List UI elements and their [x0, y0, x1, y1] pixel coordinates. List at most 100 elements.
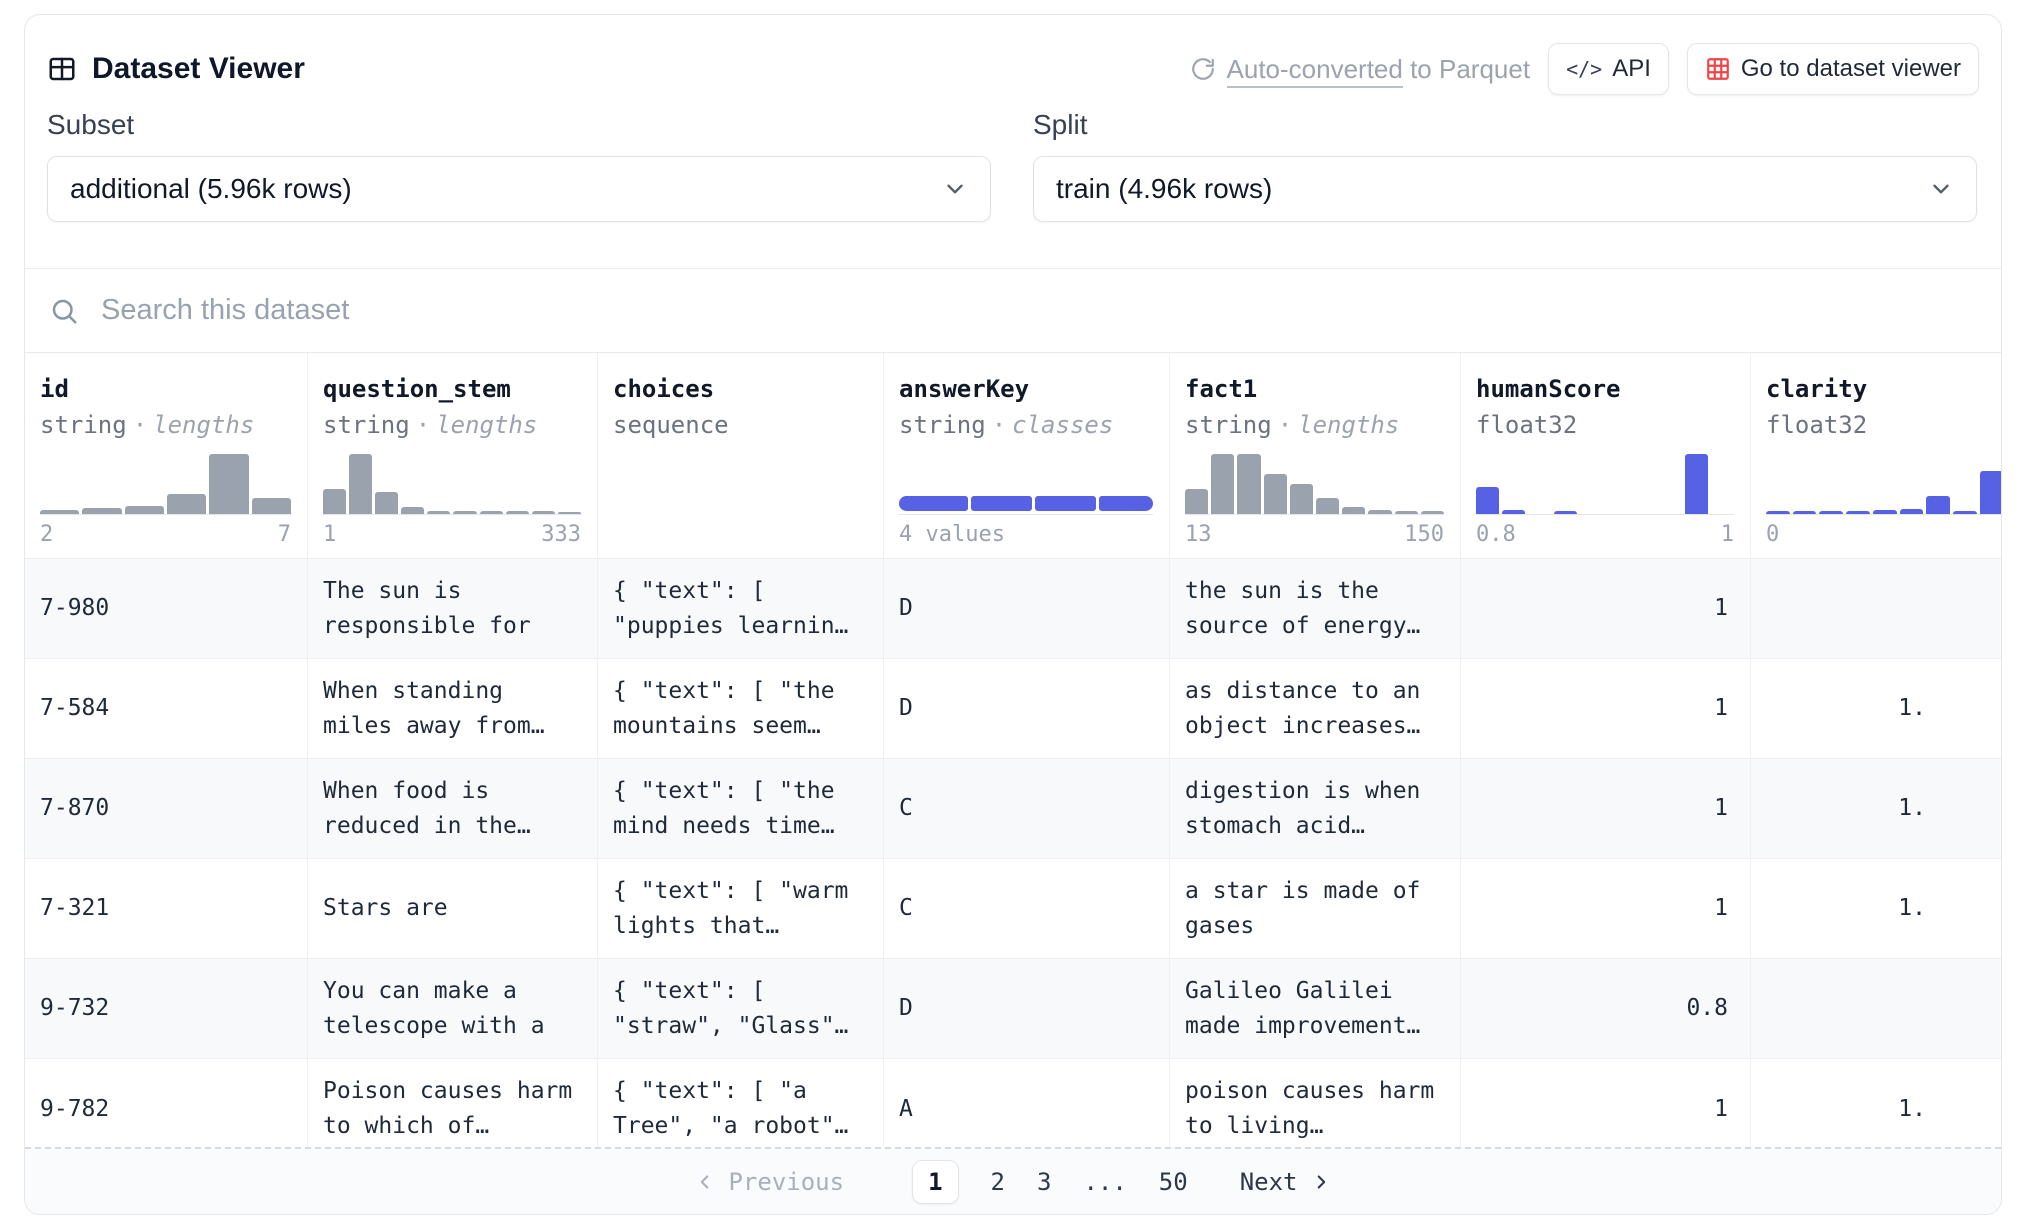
- empty-histogram-area: [613, 455, 867, 515]
- column-type: string·lengths: [323, 411, 581, 439]
- answer-key-classes-bar[interactable]: [899, 455, 1153, 515]
- table-header: id string·lengths 27 question_stem strin…: [25, 352, 2001, 558]
- cell-choices: { "text": [ "puppies learnin…: [597, 559, 883, 658]
- column-name: humanScore: [1476, 375, 1734, 403]
- hist-max: 150: [1404, 522, 1444, 548]
- fact1-histogram[interactable]: [1185, 455, 1444, 515]
- chevron-left-icon: [694, 1171, 716, 1193]
- table-row: 7-870 When food is reduced in the… { "te…: [25, 758, 2001, 858]
- cell-id: 7-321: [25, 859, 307, 958]
- histogram-range: [613, 522, 867, 548]
- cell-human-score: 1: [1460, 1059, 1750, 1147]
- column-header-fact1[interactable]: fact1 string·lengths 13150: [1169, 353, 1460, 558]
- split-group: Split train (4.96k rows): [1033, 109, 1977, 222]
- column-name: id: [40, 375, 291, 403]
- cell-id: 9-732: [25, 959, 307, 1058]
- cell-clarity: 1.: [1750, 659, 2002, 758]
- cell-id: 7-980: [25, 559, 307, 658]
- goto-button-label: Go to dataset viewer: [1741, 55, 1961, 83]
- histogram-range: 1333: [323, 522, 581, 548]
- code-icon: </>: [1566, 57, 1602, 81]
- table-row: 9-782 Poison causes harm to which of… { …: [25, 1058, 2001, 1147]
- cell-choices: { "text": [ "the mind needs time…: [597, 759, 883, 858]
- column-type: string·lengths: [1185, 411, 1444, 439]
- histogram-range: 27: [40, 522, 291, 548]
- histogram-range: 13150: [1185, 522, 1444, 548]
- goto-dataset-viewer-button[interactable]: Go to dataset viewer: [1687, 43, 1979, 95]
- clarity-histogram[interactable]: [1766, 455, 2002, 515]
- hist-max: 1: [1721, 522, 1734, 548]
- column-header-choices[interactable]: choices sequence: [597, 353, 883, 558]
- api-button[interactable]: </> API: [1548, 43, 1669, 95]
- cell-question-stem: Stars are: [307, 859, 597, 958]
- cell-human-score: 0.8: [1460, 959, 1750, 1058]
- pagination: Previous 1 2 3 ... 50 Next: [25, 1147, 2001, 1214]
- column-name: answerKey: [899, 375, 1153, 403]
- cell-clarity: 1.: [1750, 859, 2002, 958]
- search-icon: [49, 296, 79, 326]
- previous-label: Previous: [728, 1168, 844, 1196]
- column-name: question_stem: [323, 375, 581, 403]
- split-select[interactable]: train (4.96k rows): [1033, 156, 1977, 222]
- cell-question-stem: Poison causes harm to which of…: [307, 1059, 597, 1147]
- column-type: string·lengths: [40, 411, 291, 439]
- previous-button: Previous: [694, 1168, 844, 1196]
- human-score-histogram[interactable]: [1476, 455, 1734, 515]
- cell-choices: { "text": [ "the mountains seem…: [597, 659, 883, 758]
- cell-question-stem: When standing miles away from…: [307, 659, 597, 758]
- cell-fact1: the sun is the source of energy…: [1169, 559, 1460, 658]
- column-header-clarity[interactable]: clarity float32 0: [1750, 353, 2002, 558]
- page-button[interactable]: 3: [1037, 1168, 1051, 1196]
- subset-select[interactable]: additional (5.96k rows): [47, 156, 991, 222]
- id-histogram[interactable]: [40, 455, 291, 515]
- dataset-viewer-header: Dataset Viewer Auto-converted to Parquet…: [25, 15, 2001, 107]
- cell-human-score: 1: [1460, 759, 1750, 858]
- next-button[interactable]: Next: [1240, 1168, 1332, 1196]
- hist-min: 0: [1766, 522, 1779, 548]
- table-row: 9-732 You can make a telescope with a { …: [25, 958, 2001, 1058]
- cell-question-stem: You can make a telescope with a: [307, 959, 597, 1058]
- page-button[interactable]: 50: [1159, 1168, 1188, 1196]
- cell-clarity: 1.: [1750, 759, 2002, 858]
- page-button[interactable]: 2: [991, 1168, 1005, 1196]
- cell-question-stem: The sun is responsible for: [307, 559, 597, 658]
- cell-fact1: poison causes harm to living…: [1169, 1059, 1460, 1147]
- split-select-value: train (4.96k rows): [1056, 173, 1272, 205]
- column-header-answer-key[interactable]: answerKey string·classes 4 values: [883, 353, 1169, 558]
- search-input[interactable]: [99, 293, 1977, 328]
- histogram-range: 0: [1766, 522, 2002, 548]
- cell-fact1: as distance to an object increases…: [1169, 659, 1460, 758]
- column-header-question-stem[interactable]: question_stem string·lengths 1333: [307, 353, 597, 558]
- cell-human-score: 1: [1460, 559, 1750, 658]
- dataset-viewer-card: Dataset Viewer Auto-converted to Parquet…: [24, 14, 2002, 1215]
- cell-id: 7-870: [25, 759, 307, 858]
- page-button-current[interactable]: 1: [912, 1160, 958, 1204]
- table-row: 7-980 The sun is responsible for { "text…: [25, 558, 2001, 658]
- chevron-down-icon: [1928, 176, 1954, 202]
- cell-question-stem: When food is reduced in the…: [307, 759, 597, 858]
- cell-clarity: [1750, 559, 2002, 658]
- cell-answer-key: C: [883, 859, 1169, 958]
- table-row: 7-321 Stars are { "text": [ "warm lights…: [25, 858, 2001, 958]
- classes-count-label: 4 values: [899, 522, 1005, 548]
- question-stem-histogram[interactable]: [323, 455, 581, 515]
- auto-converted-label: Auto-converted: [1227, 54, 1403, 88]
- column-header-id[interactable]: id string·lengths 27: [25, 353, 307, 558]
- subset-select-value: additional (5.96k rows): [70, 173, 352, 205]
- auto-converted-link[interactable]: Auto-converted to Parquet: [1190, 54, 1531, 85]
- cell-answer-key: D: [883, 659, 1169, 758]
- split-label: Split: [1033, 109, 1977, 141]
- cell-answer-key: A: [883, 1059, 1169, 1147]
- refresh-icon: [1190, 56, 1216, 82]
- column-type: float32: [1476, 411, 1734, 439]
- column-header-human-score[interactable]: humanScore float32 0.81: [1460, 353, 1750, 558]
- column-type: sequence: [613, 411, 867, 439]
- column-name: clarity: [1766, 375, 2002, 403]
- column-name: choices: [613, 375, 867, 403]
- cell-fact1: a star is made of gases: [1169, 859, 1460, 958]
- chevron-right-icon: [1310, 1171, 1332, 1193]
- histogram-range: 4 values: [899, 522, 1153, 548]
- cell-clarity: 1.: [1750, 1059, 2001, 1147]
- next-label: Next: [1240, 1168, 1298, 1196]
- cell-choices: { "text": [ "warm lights that…: [597, 859, 883, 958]
